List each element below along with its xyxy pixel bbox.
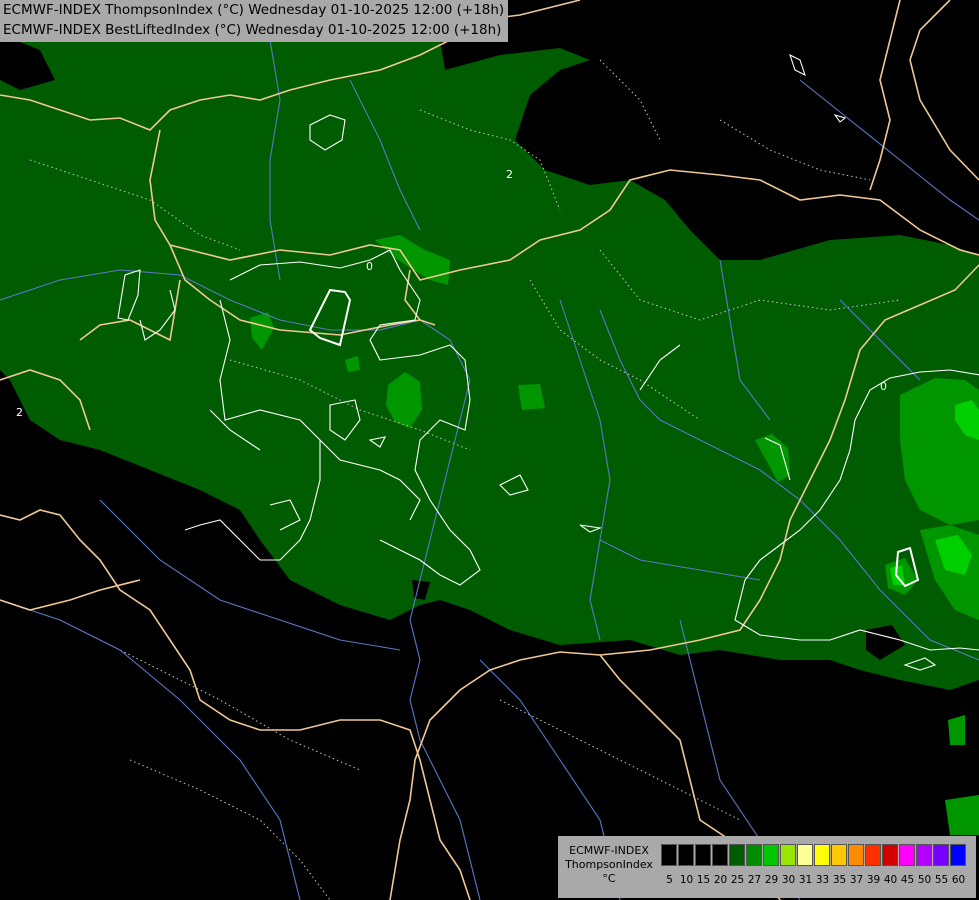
legend-title: ECMWF-INDEX ThompsonIndex °C: [558, 844, 660, 886]
legend-tick-label: 5: [666, 874, 673, 886]
contour-label-1: 2: [506, 168, 513, 181]
legend-swatch: [780, 844, 796, 866]
legend-swatch: [797, 844, 813, 866]
legend-tick-label: 60: [951, 874, 966, 886]
legend-tick-label: 29: [764, 874, 779, 886]
color-legend: ECMWF-INDEX ThompsonIndex °C 5 10 15 20 25 27…: [558, 836, 976, 898]
legend-swatch: [729, 844, 745, 866]
thompson-index-area-11: [945, 795, 979, 835]
contour-label-2: 0: [366, 260, 373, 273]
legend-tick-label: 55: [934, 874, 949, 886]
legend-swatch: [950, 844, 966, 866]
legend-swatches: [661, 844, 967, 866]
legend-unit: °C: [602, 872, 616, 885]
contour-label-4: 0: [880, 380, 887, 393]
legend-tick-label: 39: [866, 874, 881, 886]
legend-swatch: [746, 844, 762, 866]
legend-swatch: [695, 844, 711, 866]
thompson-index-area-10: [948, 715, 965, 745]
legend-swatch: [899, 844, 915, 866]
contour-label-3: 2: [16, 406, 23, 419]
legend-title-line-1: ECMWF-INDEX: [569, 844, 649, 857]
legend-tick-label: 15: [696, 874, 711, 886]
map-title-box: ECMWF-INDEX ThompsonIndex (°C) Wednesday…: [0, 0, 509, 42]
legend-swatch: [712, 844, 728, 866]
legend-tick-label: 35: [832, 874, 847, 886]
legend-ticks: 5 10 15 20 25 27 29 30 31 33 35 37 39 40 45 50 55 60: [661, 874, 967, 886]
legend-swatch: [882, 844, 898, 866]
legend-title-line-2: ThompsonIndex: [565, 858, 653, 871]
legend-swatch: [831, 844, 847, 866]
legend-tick-label: 33: [815, 874, 830, 886]
legend-tick-label: 30: [781, 874, 796, 886]
legend-tick-label: 20: [713, 874, 728, 886]
legend-swatch: [763, 844, 779, 866]
weather-map: 2 0 2 0: [0, 0, 979, 900]
legend-tick-label: 40: [883, 874, 898, 886]
legend-tick-label: 10: [679, 874, 694, 886]
legend-tick-label: 31: [798, 874, 813, 886]
legend-tick-label: 25: [730, 874, 745, 886]
legend-tick-label: 37: [849, 874, 864, 886]
legend-swatch: [661, 844, 677, 866]
map-title-line-2: ECMWF-INDEX BestLiftedIndex (°C) Wednesd…: [3, 22, 502, 38]
legend-swatch: [933, 844, 949, 866]
legend-tick-label: 27: [747, 874, 762, 886]
map-title-line-1: ECMWF-INDEX ThompsonIndex (°C) Wednesday…: [3, 2, 505, 18]
legend-swatch: [814, 844, 830, 866]
legend-swatch: [916, 844, 932, 866]
legend-tick-label: 45: [900, 874, 915, 886]
legend-swatch: [848, 844, 864, 866]
legend-tick-label: 50: [917, 874, 932, 886]
legend-swatch: [678, 844, 694, 866]
legend-swatch: [865, 844, 881, 866]
